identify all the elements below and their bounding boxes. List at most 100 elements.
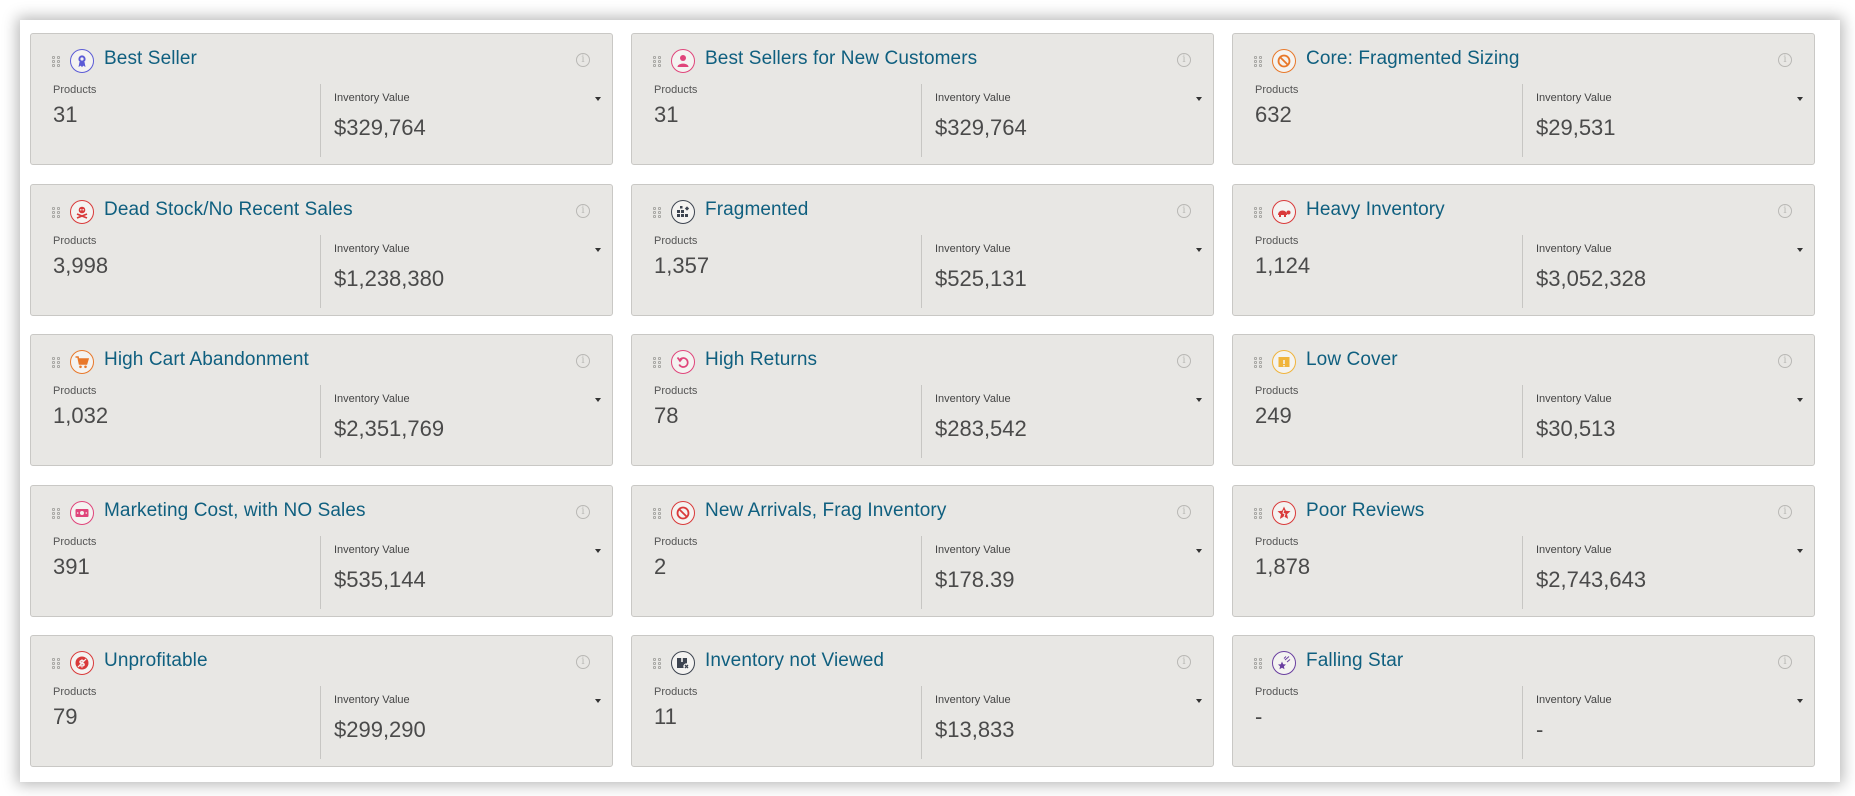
segment-card-unprofitable[interactable]: $ Unprofitable i Products 79 Inventory V… [30, 635, 613, 767]
inventory-value: $329,764 [935, 115, 1027, 140]
segment-title[interactable]: Falling Star [1306, 650, 1403, 672]
caret-down-icon[interactable] [595, 548, 601, 553]
segment-title[interactable]: Low Cover [1306, 349, 1398, 371]
user-icon [671, 49, 695, 73]
inventory-value: $2,743,643 [1536, 566, 1647, 592]
segment-card-dead-stock-no-recent-sales[interactable]: Dead Stock/No Recent Sales i Products 3,… [30, 183, 613, 316]
info-icon[interactable]: i [576, 504, 590, 519]
caret-down-icon[interactable] [1196, 548, 1202, 553]
products-label: Products [1255, 84, 1299, 96]
segment-title[interactable]: Best Sellers for New Customers [705, 48, 977, 70]
products-value: 1,032 [53, 403, 109, 428]
drag-handle-icon[interactable] [1254, 658, 1262, 670]
drag-handle-icon[interactable] [653, 357, 661, 369]
drag-handle-icon[interactable] [52, 357, 60, 369]
metric-selector-label[interactable]: Inventory Value [334, 243, 410, 255]
segment-card-falling-star[interactable]: Falling Star i Products - Inventory Valu… [1232, 635, 1815, 767]
metric-selector-label[interactable]: Inventory Value [334, 694, 410, 706]
caret-down-icon[interactable] [595, 398, 601, 402]
caret-down-icon[interactable] [1196, 247, 1202, 252]
caret-down-icon[interactable] [1797, 398, 1803, 402]
metric-selector-label[interactable]: Inventory Value [935, 694, 1011, 706]
segment-card-marketing-cost-with-no-sales[interactable]: Marketing Cost, with NO Sales i Products… [30, 484, 613, 617]
segment-card-best-sellers-for-new-customers[interactable]: Best Sellers for New Customers i Product… [631, 33, 1214, 165]
caret-down-icon[interactable] [1797, 699, 1803, 703]
info-icon[interactable]: i [1177, 53, 1191, 67]
metric-selector-label[interactable]: Inventory Value [334, 544, 410, 556]
segment-title[interactable]: Poor Reviews [1306, 500, 1424, 522]
drag-handle-icon[interactable] [1254, 56, 1262, 68]
segment-title[interactable]: Inventory not Viewed [705, 650, 884, 672]
metric-selector-label[interactable]: Inventory Value [935, 393, 1011, 405]
caret-down-icon[interactable] [595, 699, 601, 703]
segment-card-heavy-inventory[interactable]: Heavy Inventory i Products 1,124 Invento… [1232, 183, 1815, 316]
segment-title[interactable]: High Cart Abandonment [104, 349, 309, 371]
metric-selector-label[interactable]: Inventory Value [1536, 544, 1612, 556]
segment-title[interactable]: Heavy Inventory [1306, 199, 1445, 221]
metric-selector-label[interactable]: Inventory Value [1536, 393, 1612, 405]
segment-card-poor-reviews[interactable]: Poor Reviews i Products 1,878 Inventory … [1232, 484, 1815, 617]
drag-handle-icon[interactable] [52, 658, 60, 670]
drag-handle-icon[interactable] [653, 56, 661, 68]
drag-handle-icon[interactable] [52, 507, 60, 520]
metric-selector-label[interactable]: Inventory Value [935, 544, 1011, 556]
metric-selector-label[interactable]: Inventory Value [935, 243, 1011, 255]
segment-title[interactable]: Dead Stock/No Recent Sales [104, 199, 353, 221]
info-icon[interactable]: i [576, 53, 590, 67]
drag-handle-icon[interactable] [1254, 206, 1262, 219]
drag-handle-icon[interactable] [1254, 507, 1262, 520]
segment-title[interactable]: Core: Fragmented Sizing [1306, 48, 1520, 70]
segment-title[interactable]: Marketing Cost, with NO Sales [104, 500, 366, 522]
products-value: 1,124 [1255, 252, 1311, 278]
metric-selector-label[interactable]: Inventory Value [1536, 243, 1612, 255]
caret-down-icon[interactable] [1797, 247, 1803, 252]
info-icon[interactable]: i [1778, 354, 1792, 368]
drag-handle-icon[interactable] [653, 507, 661, 520]
segment-title[interactable]: Fragmented [705, 199, 808, 221]
segment-title[interactable]: High Returns [705, 349, 817, 371]
segment-card-new-arrivals-frag-inventory[interactable]: New Arrivals, Frag Inventory i Products … [631, 484, 1214, 617]
segment-card-low-cover[interactable]: Low Cover i Products 249 Inventory Value… [1232, 334, 1815, 466]
segment-card-fragmented[interactable]: Fragmented i Products 1,357 Inventory Va… [631, 183, 1214, 316]
info-icon[interactable]: i [1177, 203, 1191, 218]
metric-selector-label[interactable]: Inventory Value [334, 393, 410, 405]
drag-handle-icon[interactable] [653, 206, 661, 219]
info-icon[interactable]: i [576, 655, 590, 669]
segment-title[interactable]: New Arrivals, Frag Inventory [705, 500, 946, 522]
info-icon[interactable]: i [576, 203, 590, 218]
segment-card-high-cart-abandonment[interactable]: High Cart Abandonment i Products 1,032 I… [30, 334, 613, 466]
info-icon[interactable]: i [1778, 504, 1792, 519]
drag-handle-icon[interactable] [653, 658, 661, 670]
caret-down-icon[interactable] [1196, 97, 1202, 101]
caret-down-icon[interactable] [595, 97, 601, 101]
caret-down-icon[interactable] [1797, 97, 1803, 101]
award-ribbon-icon [70, 49, 94, 73]
info-icon[interactable]: i [576, 354, 590, 368]
segment-card-high-returns[interactable]: High Returns i Products 78 Inventory Val… [631, 334, 1214, 466]
info-icon[interactable]: i [1177, 354, 1191, 368]
metric-selector-label[interactable]: Inventory Value [935, 92, 1011, 104]
segment-card-inventory-not-viewed[interactable]: Inventory not Viewed i Products 11 Inven… [631, 635, 1214, 767]
caret-down-icon[interactable] [1196, 699, 1202, 703]
products-label: Products [654, 84, 698, 96]
segment-card-core-fragmented-sizing[interactable]: Core: Fragmented Sizing i Products 632 I… [1232, 33, 1815, 165]
drag-handle-icon[interactable] [1254, 357, 1262, 369]
info-icon[interactable]: i [1778, 655, 1792, 669]
caret-down-icon[interactable] [595, 247, 601, 252]
segment-title[interactable]: Best Seller [104, 48, 197, 70]
caret-down-icon[interactable] [1196, 398, 1202, 402]
products-label: Products [1255, 686, 1299, 698]
info-icon[interactable]: i [1177, 504, 1191, 519]
metric-selector-label[interactable]: Inventory Value [1536, 694, 1612, 706]
metric-selector-label[interactable]: Inventory Value [1536, 92, 1612, 104]
info-icon[interactable]: i [1778, 203, 1792, 218]
info-icon[interactable]: i [1778, 53, 1792, 67]
metric-selector-label[interactable]: Inventory Value [334, 92, 410, 104]
box-x-icon [671, 651, 695, 675]
segment-card-best-seller[interactable]: Best Seller i Products 31 Inventory Valu… [30, 33, 613, 165]
segment-title[interactable]: Unprofitable [104, 650, 208, 672]
info-icon[interactable]: i [1177, 655, 1191, 669]
drag-handle-icon[interactable] [52, 56, 60, 68]
caret-down-icon[interactable] [1797, 548, 1803, 553]
drag-handle-icon[interactable] [52, 206, 60, 219]
